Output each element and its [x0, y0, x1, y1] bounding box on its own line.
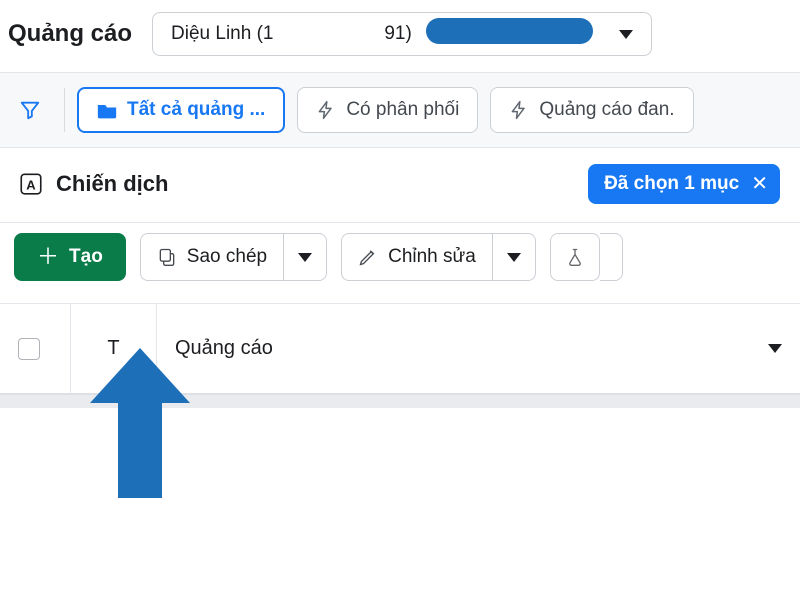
- chevron-down-icon: [507, 253, 521, 262]
- plus-icon: ＋: [37, 246, 59, 268]
- funnel-icon: [19, 99, 41, 121]
- table-header: A Chiến dịch Đã chọn 1 mục ✕: [0, 148, 800, 223]
- chevron-down-icon: [619, 30, 633, 39]
- chip-running-ads[interactable]: Quảng cáo đan.: [490, 87, 693, 133]
- copy-split: Sao chép: [140, 233, 327, 281]
- chip-label: Quảng cáo đan.: [539, 99, 674, 121]
- flask-icon: [565, 246, 585, 268]
- col-ad-label: Quảng cáo: [175, 337, 273, 360]
- selection-badge: Đã chọn 1 mục ✕: [588, 164, 780, 204]
- redaction-pill: [426, 18, 593, 44]
- account-dropdown[interactable]: Diệu Linh (1 91): [152, 12, 652, 56]
- footer-strip: [0, 394, 800, 408]
- edit-split: Chỉnh sửa: [341, 233, 536, 281]
- edit-label: Chỉnh sửa: [388, 246, 476, 268]
- campaign-a-icon: A: [18, 171, 44, 197]
- chevron-down-icon: [298, 253, 312, 262]
- col-toggle-label: T: [107, 337, 119, 360]
- copy-label: Sao chép: [187, 246, 267, 268]
- copy-dropdown[interactable]: [283, 233, 327, 281]
- selection-text: Đã chọn 1 mục: [604, 173, 739, 195]
- edit-dropdown[interactable]: [492, 233, 536, 281]
- chip-label: Có phân phối: [346, 99, 459, 121]
- folder-icon: [97, 101, 117, 119]
- chevron-down-icon: [768, 344, 782, 353]
- header-row: Quảng cáo Diệu Linh (1 91): [0, 0, 800, 73]
- copy-icon: [157, 246, 177, 268]
- edit-button[interactable]: Chỉnh sửa: [341, 233, 492, 281]
- lightning-icon: [509, 99, 529, 121]
- lab-button[interactable]: [550, 233, 600, 281]
- select-all-checkbox[interactable]: [18, 338, 40, 360]
- action-toolbar: ＋ Tạo Sao chép Chỉnh sửa: [0, 223, 800, 304]
- create-button[interactable]: ＋ Tạo: [14, 233, 126, 281]
- col-toggle[interactable]: T: [70, 304, 156, 393]
- col-ad[interactable]: Quảng cáo: [156, 304, 800, 393]
- account-name: Diệu Linh (1 91): [171, 23, 412, 45]
- close-icon[interactable]: ✕: [751, 174, 768, 194]
- pencil-icon: [358, 247, 378, 267]
- lightning-icon: [316, 99, 336, 121]
- chip-has-delivery[interactable]: Có phân phối: [297, 87, 478, 133]
- table-title: Chiến dịch: [56, 171, 168, 197]
- column-header-row: T Quảng cáo: [0, 304, 800, 394]
- more-button[interactable]: [600, 233, 623, 281]
- svg-text:A: A: [26, 177, 36, 192]
- create-label: Tạo: [69, 246, 103, 268]
- chip-all-ads[interactable]: Tất cả quảng ...: [77, 87, 285, 133]
- table-header-left: A Chiến dịch: [18, 171, 168, 197]
- filter-row: Tất cả quảng ... Có phân phối Quảng cáo …: [0, 73, 800, 148]
- page-title: Quảng cáo: [8, 20, 132, 48]
- divider: [64, 88, 65, 132]
- chip-label: Tất cả quảng ...: [127, 99, 265, 121]
- filter-button[interactable]: [8, 87, 52, 133]
- copy-button[interactable]: Sao chép: [140, 233, 283, 281]
